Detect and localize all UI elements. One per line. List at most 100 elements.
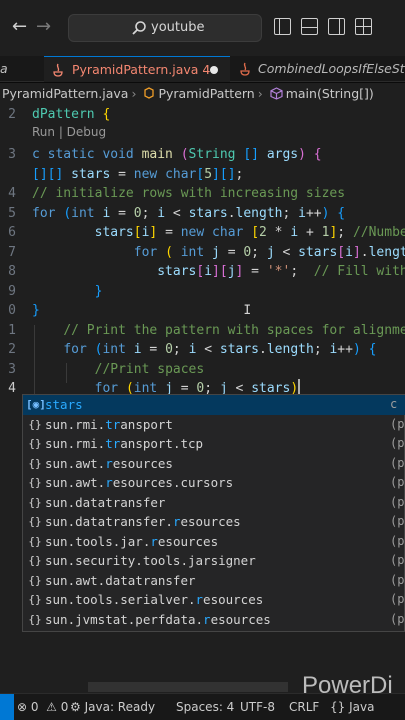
line-number: 7 — [8, 244, 16, 260]
code-line[interactable]: stars[i][j] = '*'; // Fill with — [32, 262, 405, 282]
module-braces-icon: {} — [28, 456, 42, 470]
code-token: ( — [165, 244, 181, 260]
suggestion-label: sun.tools.jar.resources — [45, 532, 218, 552]
indentation-status[interactable]: Spaces: 4 — [176, 694, 234, 720]
match-highlight: tr — [105, 416, 121, 432]
back-arrow-icon[interactable]: ← — [12, 16, 27, 37]
code-token: dPattern — [32, 107, 103, 122]
suggestion-item[interactable]: {} sun.awt.resources.cursors (p — [23, 473, 405, 493]
forward-arrow-icon[interactable]: → — [36, 16, 51, 37]
code-line[interactable]: c static void main (String [] args) { — [32, 145, 322, 165]
suggestion-item[interactable]: [◉] stars c — [23, 395, 405, 415]
code-token: . — [360, 244, 369, 260]
code-token: } — [94, 283, 103, 299]
line-number: 4 — [8, 186, 16, 201]
breadcrumb-class[interactable]: PyramidPattern — [158, 86, 254, 101]
customize-layout-icon[interactable] — [355, 18, 372, 35]
code-line[interactable]: // Print the pattern with spaces for ali… — [32, 321, 405, 341]
label-suffix: ansport — [120, 416, 173, 432]
chevron-right-icon: › — [131, 86, 137, 101]
toggle-panel-icon[interactable] — [301, 18, 318, 35]
suggestion-detail: (p — [390, 572, 405, 587]
code-token: j — [212, 244, 228, 260]
module-braces-icon: {} — [28, 554, 42, 567]
code-line[interactable]: // initialize rows with increasing sizes — [32, 184, 345, 204]
code-editor[interactable]: 2345678901234 Run | Debug dPattern {c st… — [0, 105, 405, 693]
suggestion-item[interactable]: {} sun.tools.jar.resources (p — [23, 532, 405, 552]
code-token: ] — [352, 244, 361, 260]
breadcrumb-file[interactable]: PyramidPattern.java — [2, 86, 128, 101]
suggestion-item[interactable]: {} sun.jvmstat.perfdata.resources (p — [23, 610, 405, 630]
tab-previous[interactable]: a — [0, 56, 14, 82]
label-suffix: esources — [210, 611, 271, 627]
label-suffix: esources — [180, 514, 241, 529]
tab-combinedloops[interactable]: CombinedLoopsIfElseSt — [232, 56, 405, 82]
code-token: 0 — [165, 342, 173, 357]
code-token: 2 — [259, 225, 275, 240]
label-prefix: sun.tools.jar. — [45, 533, 151, 549]
java-icon: ⚙ — [70, 700, 81, 714]
module-braces-icon: {} — [28, 437, 42, 450]
code-token: . — [259, 342, 267, 357]
code-line[interactable]: } — [32, 301, 40, 321]
suggestion-item[interactable]: {} sun.datatransfer (p — [23, 493, 405, 513]
remote-indicator[interactable] — [0, 694, 14, 720]
problems-status[interactable]: ⊗ 0 ⚠ 0 — [17, 694, 68, 720]
suggestion-detail: (p — [390, 514, 405, 528]
code-line[interactable]: } — [32, 282, 103, 302]
suggestion-item[interactable]: {} sun.tools.serialver.resources (p — [23, 590, 405, 610]
line-number: 1 — [8, 322, 16, 338]
label-prefix: sun.awt.datatransfer — [45, 572, 196, 588]
command-center-search[interactable]: youtube — [68, 14, 262, 42]
code-token: ] — [235, 264, 252, 279]
toggle-primary-sidebar-icon[interactable] — [274, 18, 291, 35]
codelens-run-debug[interactable]: Run | Debug — [32, 125, 106, 139]
code-line[interactable]: for (int i = 0; i < stars.length; i++) { — [32, 340, 376, 360]
code-token: i — [157, 205, 173, 221]
suggestion-item[interactable]: {} sun.awt.datatransfer (p — [23, 571, 405, 591]
code-token: char — [212, 225, 252, 240]
breadcrumb-method[interactable]: main(String[]) — [286, 86, 374, 101]
suggestion-item[interactable]: {} sun.rmi.transport.tcp (p — [23, 434, 405, 454]
code-token: stars — [219, 342, 260, 357]
code-token: 5 — [204, 166, 213, 182]
code-line[interactable]: for (int i = 0; i < stars.length; i++) { — [32, 204, 345, 224]
label-prefix: sun.datatransfer. — [45, 514, 173, 529]
chevron-right-icon: › — [257, 86, 263, 101]
suggestion-widget[interactable]: [◉] stars c{} sun.rmi.transport (p{} sun.rmi.… — [22, 394, 405, 632]
code-token: length — [266, 342, 314, 357]
suggestion-label: sun.awt.datatransfer — [45, 571, 196, 591]
code-token: args — [266, 147, 299, 162]
code-line[interactable]: [][] stars = new char[5][]; — [32, 165, 243, 185]
suggestion-detail: c — [390, 397, 398, 411]
code-token: = — [149, 342, 166, 357]
code-line[interactable]: dPattern { — [32, 105, 110, 125]
suggestion-item[interactable]: {} sun.awt.resources (p — [23, 454, 405, 474]
code-line[interactable]: //Print spaces — [32, 360, 205, 380]
code-line[interactable]: for ( int j = 0; j < stars[i].length — [32, 243, 405, 263]
toggle-secondary-sidebar-icon[interactable] — [328, 18, 345, 35]
tab-pyramidpattern[interactable]: PyramidPattern.java 4 — [44, 56, 230, 82]
label-prefix: sun.tools.serialver. — [45, 592, 196, 607]
horizontal-scrollbar[interactable] — [88, 682, 288, 692]
suggestion-item[interactable]: {} sun.datatransfer.resources (p — [23, 512, 405, 532]
match-highlight: stars — [45, 397, 83, 412]
suggestion-label: sun.rmi.transport.tcp — [45, 434, 203, 454]
code-token: < — [172, 205, 189, 221]
code-line[interactable]: Ι — [32, 301, 251, 321]
unsaved-dot-icon[interactable] — [210, 66, 218, 74]
code-token: j — [227, 264, 236, 279]
line-number: 2 — [8, 107, 16, 122]
java-status[interactable]: ⚙ Java: Ready — [70, 694, 155, 720]
code-token: = — [251, 264, 267, 279]
code-token: [][] — [32, 166, 72, 182]
encoding-status[interactable]: UTF-8 — [240, 694, 275, 720]
suggestion-item[interactable]: {} sun.rmi.transport (p — [23, 415, 405, 435]
code-token: = — [227, 244, 244, 260]
suggestion-item[interactable]: {} sun.security.tools.jarsigner (p — [23, 551, 405, 571]
tab-label: PyramidPattern.java 4 — [72, 62, 211, 77]
code-line[interactable]: stars[i] = new char [2 * i + 1]; //Numbe… — [32, 223, 405, 243]
